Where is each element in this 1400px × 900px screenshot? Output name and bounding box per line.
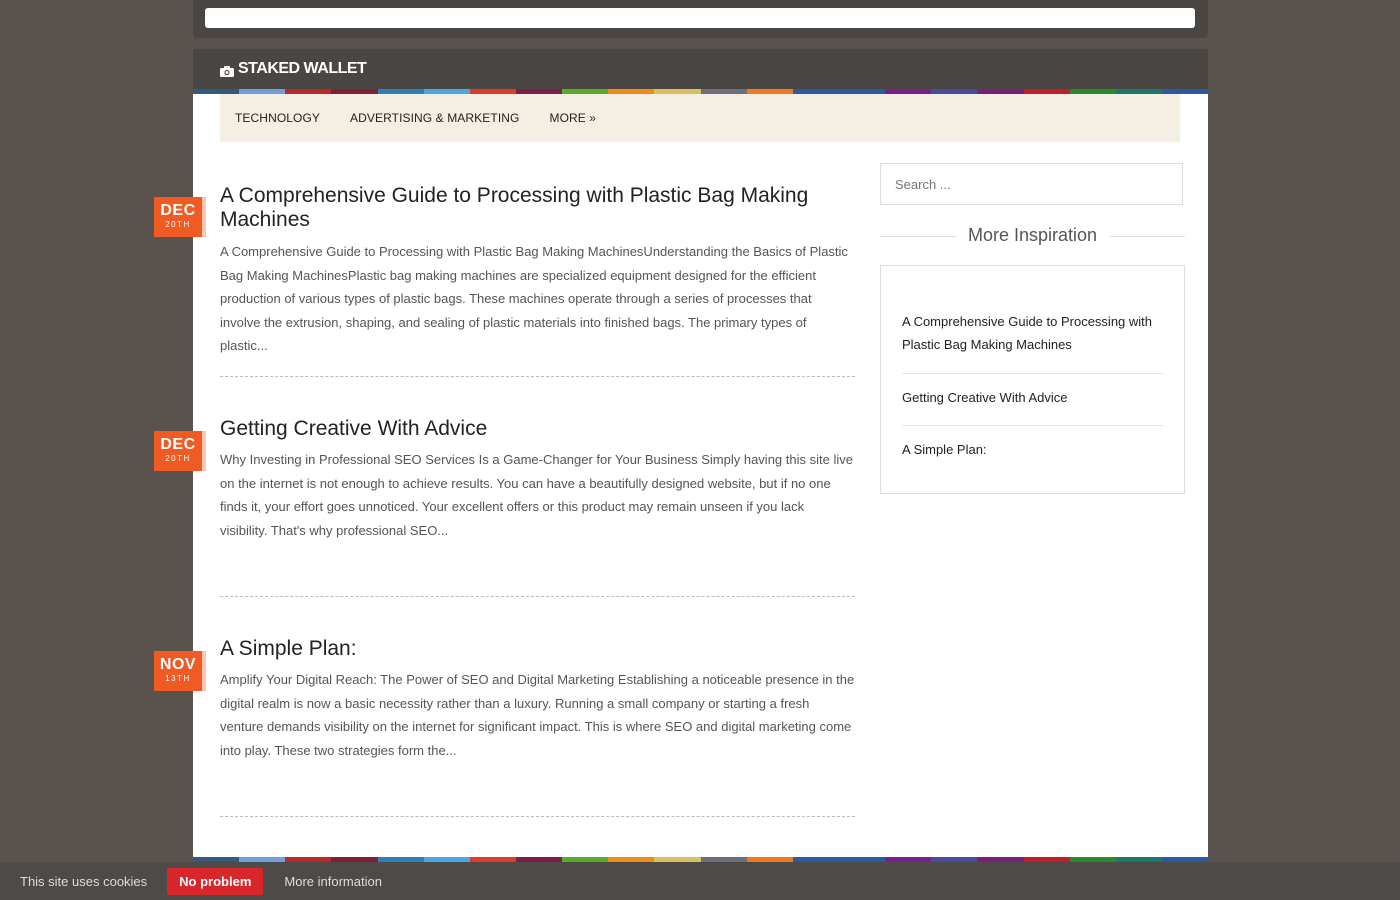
post-date-badge: DEC 20TH [154, 431, 202, 471]
cookie-more-info-link[interactable]: More information [284, 874, 382, 889]
recent-post-link[interactable]: A Comprehensive Guide to Processing with… [902, 310, 1163, 356]
nav-item-technology[interactable]: TECHNOLOGY [235, 111, 320, 125]
post-date-badge: DEC 20TH [154, 197, 202, 237]
post-excerpt: A Comprehensive Guide to Processing with… [220, 244, 848, 353]
site-brand[interactable]: STAKED WALLET [220, 60, 367, 78]
post-title[interactable]: A Comprehensive Guide to Processing with… [220, 184, 855, 232]
main-content: TECHNOLOGY ADVERTISING & MARKETING MORE … [193, 94, 1208, 857]
date-month: DEC [160, 436, 196, 453]
recent-post-link[interactable]: A Simple Plan: [902, 438, 1163, 461]
date-month: DEC [160, 202, 196, 219]
post-title[interactable]: A Simple Plan: [220, 637, 855, 661]
date-day: 20TH [165, 220, 191, 229]
camera-icon [220, 64, 234, 77]
main-nav: TECHNOLOGY ADVERTISING & MARKETING MORE … [220, 94, 1180, 142]
cookie-text: This site uses cookies [20, 873, 148, 889]
sidebar-search [880, 163, 1183, 205]
cookie-accept-button[interactable]: No problem [167, 867, 264, 895]
nav-item-advertising-marketing[interactable]: ADVERTISING & MARKETING [350, 111, 519, 125]
cookie-banner: This site uses cookies No problem More i… [0, 862, 1400, 900]
search-input[interactable] [881, 164, 1182, 204]
site-header: STAKED WALLET [193, 49, 1208, 89]
widget-title: More Inspiration [880, 225, 1185, 246]
recent-post-link[interactable]: Getting Creative With Advice [902, 386, 1163, 409]
post-title[interactable]: Getting Creative With Advice [220, 417, 855, 441]
date-day: 20TH [165, 454, 191, 463]
top-search-bar[interactable] [205, 8, 1195, 28]
post-article: Getting Creative With Advice Why Investi… [220, 417, 855, 542]
nav-item-more[interactable]: MORE » [549, 111, 596, 125]
post-excerpt: Why Investing in Professional SEO Servic… [220, 452, 853, 538]
post-excerpt: Amplify Your Digital Reach: The Power of… [220, 672, 855, 758]
top-bar [193, 0, 1208, 38]
post-divider [220, 816, 855, 817]
date-month: NOV [159, 656, 197, 673]
widget-header: More Inspiration [880, 224, 1185, 248]
recent-posts-widget: A Comprehensive Guide to Processing with… [880, 265, 1185, 494]
date-day: 13TH [165, 674, 191, 683]
post-divider [220, 376, 855, 377]
post-article: A Comprehensive Guide to Processing with… [220, 184, 855, 358]
widget-separator [902, 425, 1163, 426]
post-date-badge: NOV 13TH [154, 651, 202, 691]
site-title: STAKED WALLET [238, 60, 367, 77]
post-article: A Simple Plan: Amplify Your Digital Reac… [220, 637, 855, 762]
widget-separator [902, 373, 1163, 374]
post-divider [220, 596, 855, 597]
